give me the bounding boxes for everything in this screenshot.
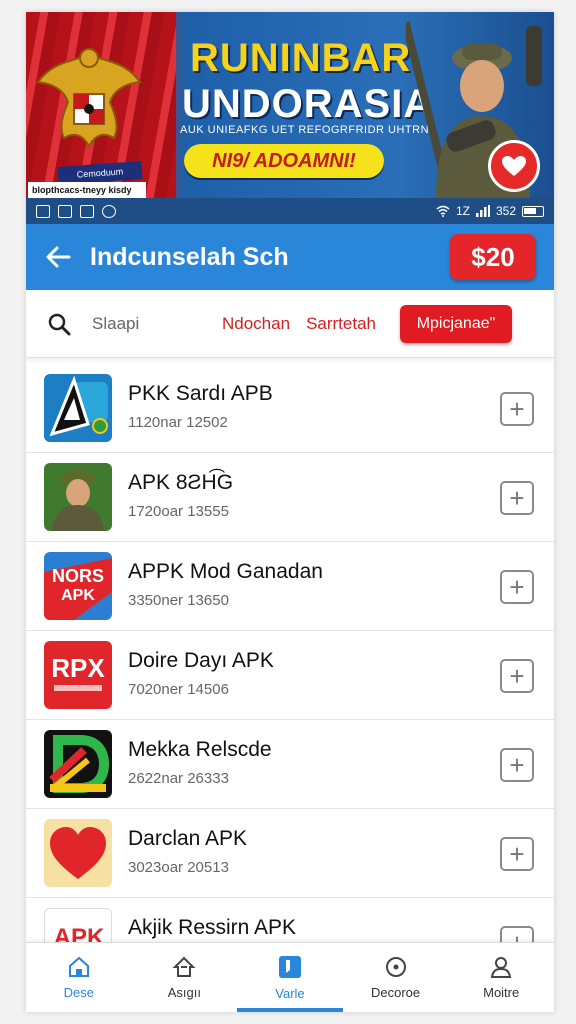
- filter-chip[interactable]: Sarrtetah: [306, 314, 376, 334]
- home-icon: [68, 956, 89, 977]
- nav-item-varle[interactable]: Varle: [237, 943, 343, 1012]
- filter-chip[interactable]: Ndochan: [222, 314, 290, 334]
- price-badge[interactable]: $20: [450, 234, 536, 280]
- banner-title-line1: RUNINBAR: [190, 36, 412, 80]
- add-button[interactable]: +: [500, 570, 534, 604]
- battery-level: 352: [495, 204, 516, 218]
- app-title: Akjik Ressirn APK: [128, 916, 297, 939]
- app-meta: 2622nar 26333: [128, 770, 229, 787]
- notification-icon: [80, 204, 94, 218]
- nav-item-moitre[interactable]: Moitre: [448, 943, 554, 1012]
- banner-subtag: blopthcacs-tneyy kisdy: [28, 182, 146, 198]
- app-meta: 7020ner 14506: [128, 681, 229, 698]
- list-item[interactable]: Darclan APK 3023oar 20513 +: [26, 809, 554, 898]
- promo-banner[interactable]: Cemoduum blopthcacs-tneyy kisdy RUNINBAR…: [26, 12, 554, 198]
- nav-item-decoroe[interactable]: Decoroe: [343, 943, 449, 1012]
- list-item[interactable]: RPX Doire Dayı APK 7020ner 14506 +: [26, 631, 554, 720]
- add-button[interactable]: +: [500, 481, 534, 515]
- nav-label: Decoroe: [371, 985, 421, 1000]
- promo-button[interactable]: Mpicjanae": [400, 304, 512, 343]
- app-title: Mekka Relscde: [128, 738, 272, 761]
- delta-logo-icon: [44, 374, 112, 442]
- garuda-emblem-icon: [36, 48, 142, 148]
- nav-item-home[interactable]: Dese: [26, 943, 132, 1012]
- app-meta: 1720oar 13555: [128, 503, 229, 520]
- carrier-label: 1Z: [455, 204, 470, 218]
- add-button[interactable]: +: [500, 837, 534, 871]
- nav-label: Varle: [275, 986, 305, 1001]
- signal-icon: [475, 205, 490, 217]
- search-icon: [48, 313, 71, 335]
- banner-title-line2: UNDORASIA: [182, 82, 434, 126]
- app-list: PKK Sardı APB 1120nar 12502 + APK 8ƧH͡G …: [26, 364, 554, 987]
- nav-label: Dese: [63, 985, 94, 1000]
- user-icon: [491, 957, 512, 978]
- bookmark-icon: [278, 956, 301, 978]
- soldier-portrait-icon: [44, 463, 112, 531]
- heart-logo-icon: [44, 819, 112, 887]
- nav-label: Asıgıı: [167, 985, 202, 1000]
- heart-badge-icon: [488, 140, 540, 192]
- nav-label: Moitre: [483, 985, 520, 1000]
- svg-text:APK: APK: [61, 587, 95, 604]
- nors-apk-icon: NORS APK: [44, 552, 112, 620]
- add-button[interactable]: +: [500, 392, 534, 426]
- wifi-icon: [436, 205, 450, 217]
- app-title: Doire Dayı APK: [128, 649, 274, 672]
- svg-text:RPX: RPX: [51, 653, 105, 683]
- nav-item-asigii[interactable]: Asıgıı: [132, 943, 238, 1012]
- add-button[interactable]: +: [500, 659, 534, 693]
- back-button[interactable]: [26, 224, 90, 290]
- app-title: APK 8ƧH͡G: [128, 471, 234, 494]
- search-button[interactable]: [26, 312, 92, 336]
- phone-screen: Cemoduum blopthcacs-tneyy kisdy RUNINBAR…: [26, 12, 554, 1012]
- rpx-logo-icon: RPX: [44, 641, 112, 709]
- search-input[interactable]: Slaapi: [92, 314, 222, 334]
- battery-icon: [522, 205, 544, 217]
- add-button[interactable]: +: [500, 748, 534, 782]
- notification-icon: [36, 204, 50, 218]
- list-item[interactable]: PKK Sardı APB 1120nar 12502 +: [26, 364, 554, 453]
- notification-icon: [58, 204, 72, 218]
- back-arrow-icon: [46, 246, 71, 268]
- svg-text:NORS: NORS: [52, 566, 104, 586]
- list-item[interactable]: Mekka Relscde 2622nar 26333 +: [26, 720, 554, 809]
- circle-icon: [385, 957, 406, 977]
- status-bar: 1Z 352: [26, 198, 554, 224]
- banner-tagline: AUK UNIEAFKG UET REFOGRFRIDR UHTRN: [180, 124, 430, 136]
- rainbow-d-icon: [44, 730, 112, 798]
- search-filter-bar: Slaapi Ndochan Sarrtetah Mpicjanae": [26, 290, 554, 358]
- hat-icon: [172, 956, 196, 977]
- page-title: Indcunselah Sch: [90, 242, 289, 271]
- app-title: Darclan APK: [128, 827, 248, 850]
- app-meta: 3350ner 13650: [128, 592, 229, 609]
- list-item[interactable]: APK 8ƧH͡G 1720oar 13555 +: [26, 453, 554, 542]
- app-title: APPK Mod Ganadan: [128, 560, 323, 583]
- app-meta: 1120nar 12502: [128, 414, 228, 431]
- notification-icon: [102, 204, 116, 218]
- app-bar: Indcunselah Sch $20: [26, 224, 554, 290]
- list-item[interactable]: NORS APK APPK Mod Ganadan 3350ner 13650 +: [26, 542, 554, 631]
- notification-icons: [36, 204, 116, 218]
- bottom-navigation: Dese Asıgıı Varle Decoroe Moitre: [26, 942, 554, 1012]
- app-title: PKK Sardı APB: [128, 382, 273, 405]
- app-meta: 3023oar 20513: [128, 859, 229, 876]
- banner-cta-button[interactable]: NI9/ ADOAMNI!: [184, 144, 384, 178]
